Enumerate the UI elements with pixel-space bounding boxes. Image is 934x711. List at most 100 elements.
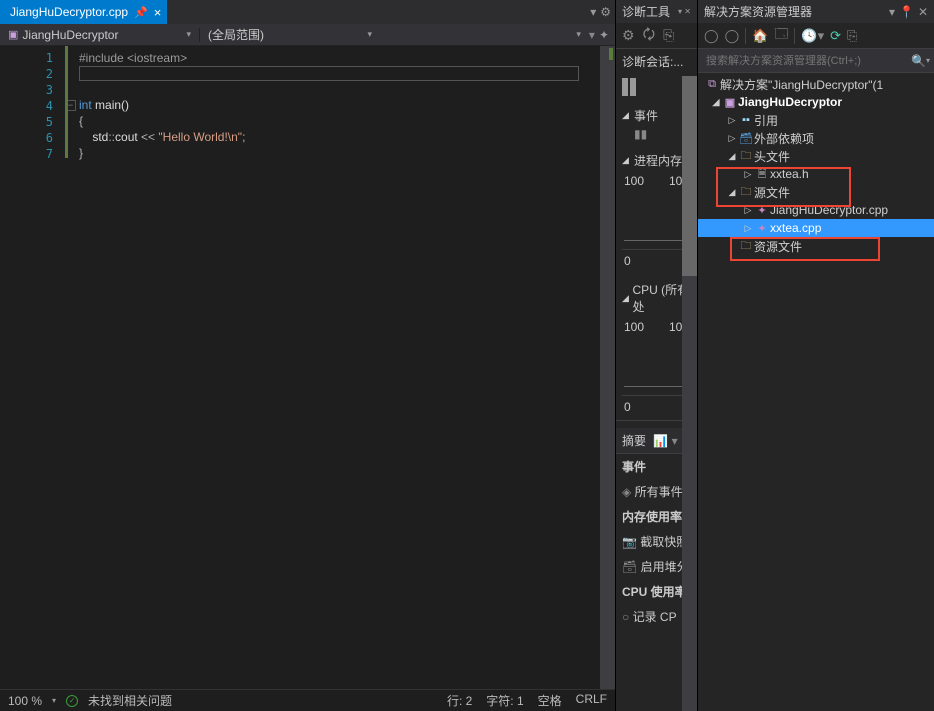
main-editor-area: JiangHuDecryptor.cpp 📌 × ▾ ⚙ ▣ JiangHuDe… [0, 0, 616, 711]
no-issues-label: 未找到相关问题 [88, 692, 172, 709]
close-icon[interactable]: × [154, 5, 162, 20]
search-input[interactable] [702, 55, 911, 67]
status-bar: 100 % ▾ ✓ 未找到相关问题 行: 2 字符: 1 空格 CRLF [0, 689, 615, 711]
chevron-down-icon: ▾ [576, 29, 581, 40]
back-icon[interactable]: ◯ [704, 28, 719, 44]
line-number: 7 [0, 146, 53, 162]
folder-icon: 🗀 [738, 237, 754, 256]
nav-member-dropdown[interactable]: ▾ [380, 29, 589, 40]
scrollbar-thumb[interactable] [609, 48, 613, 60]
solution-explorer-title: 解决方案资源管理器 [704, 3, 812, 20]
xxtea-cpp-file[interactable]: ▷ ✦ xxtea.cpp [698, 219, 934, 237]
events-section[interactable]: ◢事件 [622, 104, 691, 127]
nav-scope-label: (全局范围) [208, 26, 264, 43]
decryptor-cpp-file[interactable]: ▷ ✦ JiangHuDecryptor.cpp [698, 201, 934, 219]
line-number-gutter: 1 2 3 4 5 6 7 [0, 46, 65, 689]
references-node[interactable]: ▷ ▪▪ 引用 [698, 111, 934, 129]
memory-section[interactable]: ◢进程内存 [622, 149, 691, 172]
close-icon[interactable]: ✕ [918, 5, 928, 19]
cpu-chart [622, 336, 691, 396]
split-icon[interactable]: ▾ [589, 28, 595, 42]
indentation-indicator[interactable]: 空格 [538, 692, 562, 709]
solution-node[interactable]: ⧉ 解决方案"JiangHuDecryptor"(1 [698, 75, 934, 93]
folder-icon: 🗀 [738, 183, 754, 202]
files-icon[interactable]: 🗔 [774, 25, 788, 47]
expand-icon[interactable]: ▷ [742, 205, 754, 216]
pause-icon [622, 78, 691, 96]
chevron-down-icon: ▾ [367, 29, 372, 40]
external-deps-node[interactable]: ▷ 🗃 外部依赖项 [698, 129, 934, 147]
project-icon: ▣ [722, 96, 738, 109]
scrollbar-thumb[interactable] [682, 76, 697, 276]
line-number: 5 [0, 114, 53, 130]
gear-icon[interactable]: ⚙ [600, 5, 611, 19]
tab-filename: JiangHuDecryptor.cpp [10, 5, 128, 19]
add-icon[interactable]: ✦ [599, 28, 609, 42]
diagnostics-header: 诊断工具 ▾ ✕ [616, 0, 697, 23]
collapse-icon[interactable]: ⎘ [847, 28, 857, 44]
zoom-level[interactable]: 100 % [8, 694, 42, 708]
folder-icon: 🗀 [738, 147, 754, 166]
char-indicator[interactable]: 字符: 1 [486, 692, 523, 709]
cpp-file-icon: ✦ [754, 204, 770, 217]
refresh-icon[interactable]: 🗘 [643, 24, 656, 48]
dropdown-icon[interactable]: ▾ ✕ [678, 7, 691, 16]
dropdown-icon[interactable]: ▾ [590, 5, 596, 19]
cursor-line [79, 66, 579, 81]
pin-icon[interactable]: 📌 [134, 6, 148, 19]
zoom-dropdown-icon[interactable]: ▾ [52, 696, 56, 705]
dropdown-icon[interactable]: ▾ [889, 5, 895, 19]
encoding-indicator[interactable]: CRLF [576, 692, 607, 709]
line-number: 1 [0, 50, 53, 66]
expand-icon[interactable]: ▷ [726, 115, 738, 126]
file-tab-active[interactable]: JiangHuDecryptor.cpp 📌 × [0, 0, 167, 24]
expand-icon[interactable]: ▷ [726, 133, 738, 144]
refresh-icon[interactable]: ⟳ [830, 28, 841, 44]
header-files-folder[interactable]: ◢ 🗀 头文件 [698, 147, 934, 165]
diagnostics-toolbar: ⚙ 🗘 ⎘ [616, 23, 697, 49]
pause-small-icon: ▮▮ [622, 127, 691, 141]
diag-scrollbar[interactable] [682, 76, 697, 711]
sync-icon[interactable]: 🕓▾ [801, 28, 824, 44]
project-node[interactable]: ◢ ▣ JiangHuDecryptor [698, 93, 934, 111]
references-icon: ▪▪ [738, 114, 754, 126]
cpu-section[interactable]: ◢CPU (所有处 [622, 278, 691, 318]
diag-session-label: 诊断会话:... [616, 49, 697, 74]
gear-icon[interactable]: ⚙ [622, 27, 635, 44]
nav-scope-dropdown[interactable]: (全局范围) ▾ [200, 26, 380, 43]
solution-toolbar: ◯ ◯ 🏠 🗔 🕓▾ ⟳ ⎘ [698, 23, 934, 49]
solution-explorer-header: 解决方案资源管理器 ▾ 📍 ✕ [698, 0, 934, 23]
expand-icon[interactable]: ▷ [742, 223, 754, 234]
line-number: 4 [0, 98, 53, 114]
forward-icon[interactable]: ◯ [725, 28, 740, 44]
editor-scrollbar[interactable] [600, 46, 615, 689]
expand-icon[interactable]: ◢ [726, 187, 738, 198]
expand-icon[interactable]: ▷ [742, 169, 754, 180]
source-files-folder[interactable]: ◢ 🗀 源文件 [698, 183, 934, 201]
diagnostics-title: 诊断工具 [622, 3, 670, 20]
project-icon: ▣ [8, 28, 18, 41]
summary-icons[interactable]: 📊 ▾ [653, 434, 677, 448]
navigation-bar: ▣ JiangHuDecryptor ▾ (全局范围) ▾ ▾ ▾ ✦ [0, 24, 615, 46]
resource-files-folder[interactable]: 🗀 资源文件 [698, 237, 934, 255]
line-number: 2 [0, 66, 53, 82]
solution-search[interactable]: 🔍 ▾ [698, 49, 934, 73]
solution-tree: ⧉ 解决方案"JiangHuDecryptor"(1 ◢ ▣ JiangHuDe… [698, 73, 934, 257]
solution-icon: ⧉ [704, 78, 720, 91]
tool-icon[interactable]: ⎘ [663, 27, 674, 44]
xxtea-h-file[interactable]: ▷ 🗎 xxtea.h [698, 165, 934, 183]
search-icon[interactable]: 🔍 [911, 54, 926, 68]
line-indicator[interactable]: 行: 2 [447, 692, 472, 709]
code-editor[interactable]: 1 2 3 4 5 6 7 − #include <iostream> int … [0, 46, 615, 689]
home-icon[interactable]: 🏠 [752, 28, 768, 44]
summary-tab[interactable]: 摘要 [622, 434, 646, 448]
expand-icon[interactable]: ◢ [726, 151, 738, 162]
code-content[interactable]: #include <iostream> int main() { std::co… [79, 46, 615, 689]
diagnostics-panel: 诊断工具 ▾ ✕ ⚙ 🗘 ⎘ 诊断会话:... ◢事件 ▮▮ ◢进程内存 100… [616, 0, 698, 711]
tab-bar: JiangHuDecryptor.cpp 📌 × ▾ ⚙ [0, 0, 615, 24]
pin-icon[interactable]: 📍 [899, 5, 914, 19]
line-number: 6 [0, 130, 53, 146]
search-dropdown-icon[interactable]: ▾ [926, 56, 930, 65]
expand-icon[interactable]: ◢ [710, 97, 722, 108]
nav-project-dropdown[interactable]: ▣ JiangHuDecryptor ▾ [0, 28, 200, 42]
